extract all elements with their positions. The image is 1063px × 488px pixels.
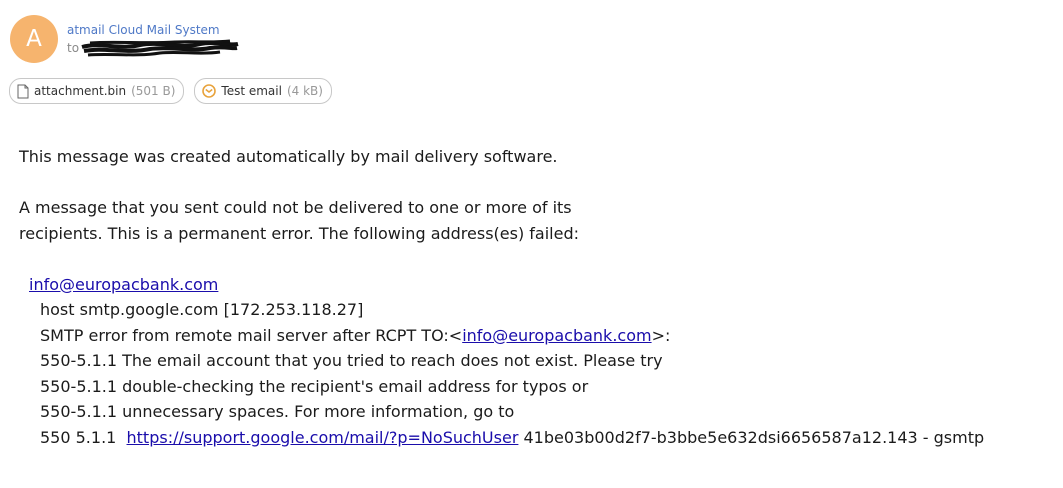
support-link[interactable]: https://support.google.com/mail/?p=NoSuc… (127, 428, 519, 447)
attachment-chip-email[interactable]: Test email (4 kB) (194, 78, 332, 104)
error-line-3: 550-5.1.1 unnecessary spaces. For more i… (40, 402, 515, 421)
attachment-name: attachment.bin (34, 84, 127, 98)
smtp-error-line: SMTP error from remote mail server after… (19, 323, 984, 349)
error-line-4: 550 5.1.1 https://support.google.com/mai… (19, 425, 984, 451)
attachment-chip-bin[interactable]: attachment.bin (501 B) (9, 78, 185, 104)
error-trace-id: 41be03b00d2f7-b3bbe5e632dsi6656587a12.14… (518, 427, 985, 447)
error-line-2: 550-5.1.1 double-checking the recipient'… (40, 376, 589, 396)
sender-avatar[interactable]: A (10, 15, 58, 63)
failure-line-1: A message that you sent could not be del… (19, 198, 572, 217)
attachment-size: (4 kB) (286, 84, 323, 98)
smtp-error-suffix: >: (651, 325, 671, 345)
sender-name[interactable]: atmail Cloud Mail System (67, 23, 220, 37)
to-label: to (67, 41, 80, 55)
email-message-icon (202, 84, 217, 98)
smtp-error-prefix: SMTP error from remote mail server after… (40, 325, 463, 345)
attachment-list: attachment.bin (501 B) Test email (4 kB) (9, 78, 332, 104)
host-line: host smtp.google.com [172.253.118.27] (40, 300, 364, 319)
intro-line: This message was created automatically b… (19, 147, 558, 166)
redacted-recipient-scribble (81, 39, 239, 57)
file-icon (17, 84, 29, 99)
failure-line-2: recipients. This is a permanent error. T… (19, 223, 580, 243)
error-line-1: 550-5.1.1 The email account that you tri… (40, 351, 663, 370)
attachment-name: Test email (221, 84, 282, 98)
failed-address-link[interactable]: info@europacbank.com (29, 275, 218, 294)
attachment-size: (501 B) (131, 84, 176, 98)
recipient-line: to (67, 41, 79, 55)
message-body: This message was created automatically b… (19, 144, 984, 450)
error-code: 550 5.1.1 (40, 427, 127, 447)
message-header: A atmail Cloud Mail System to attachment… (0, 0, 1063, 110)
smtp-address-link[interactable]: info@europacbank.com (462, 326, 651, 345)
